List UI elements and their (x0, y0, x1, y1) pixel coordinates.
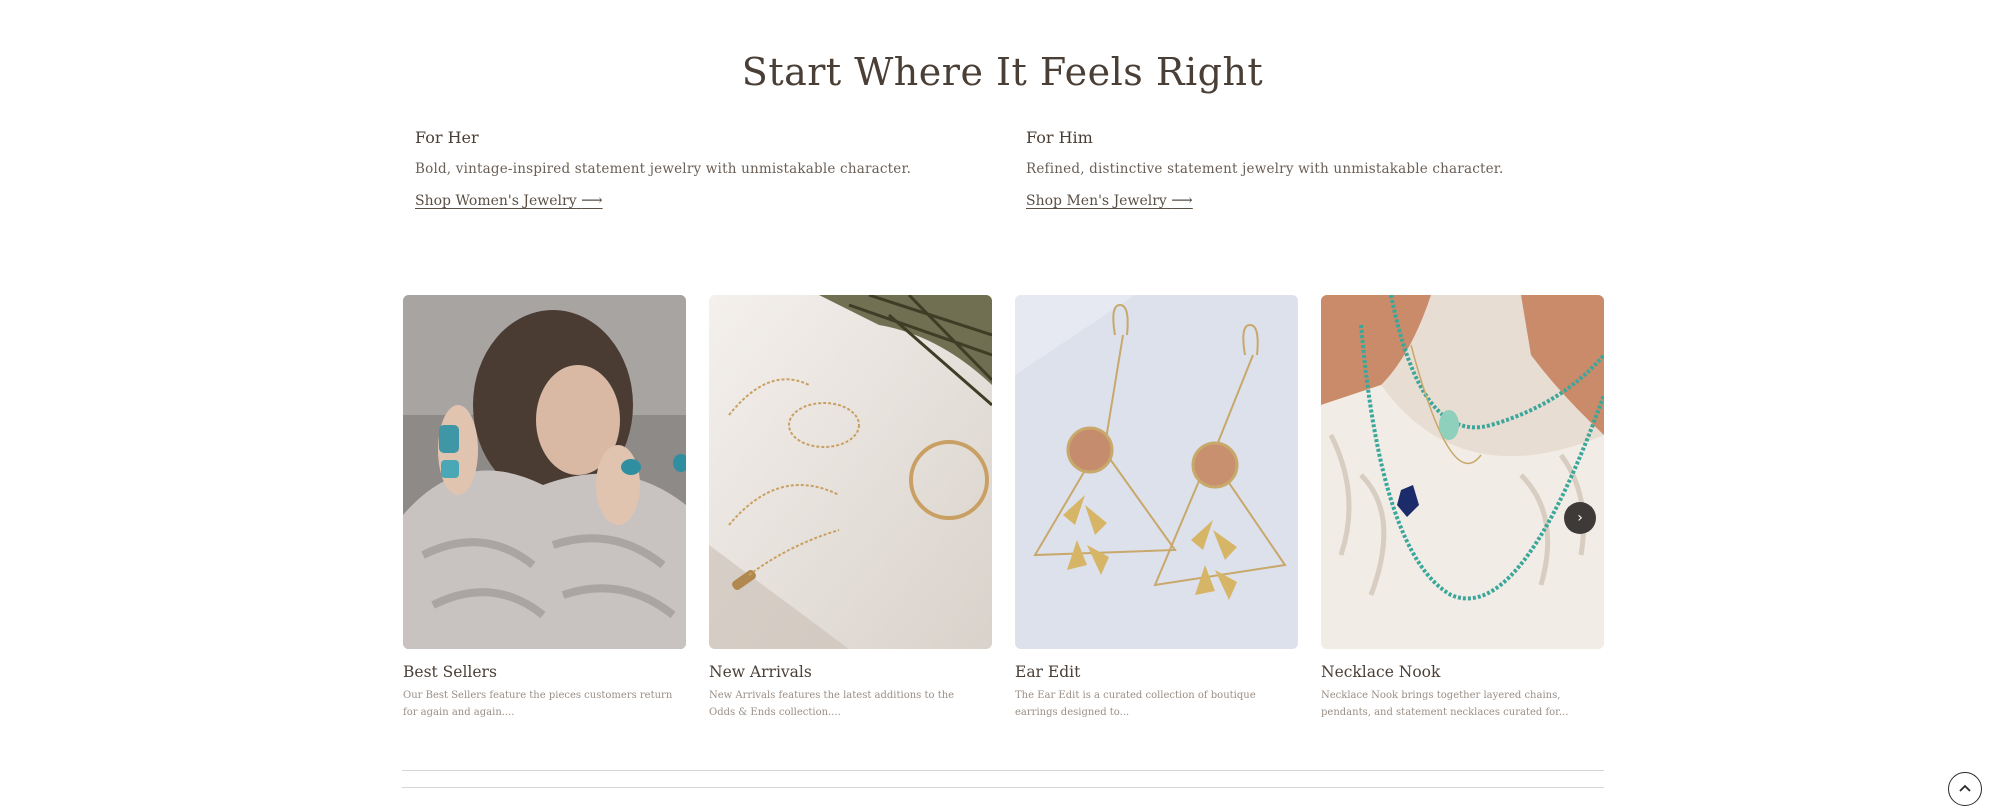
best-sellers-name[interactable]: Best Sellers (403, 663, 686, 681)
section-divider-bottom (402, 787, 1604, 788)
new-arrivals-blurb: New Arrivals features the latest additio… (709, 690, 955, 718)
necklace-nook-blurb: Necklace Nook brings together layered ch… (1321, 690, 1569, 718)
best-sellers-image[interactable] (403, 295, 686, 649)
best-sellers-blurb: Our Best Sellers feature the pieces cust… (403, 690, 673, 718)
new-arrivals-image[interactable] (709, 295, 992, 649)
new-arrivals-name[interactable]: New Arrivals (709, 663, 992, 681)
section-headline: Start Where It Feels Right (741, 50, 1264, 94)
ear-edit-image[interactable] (1015, 295, 1298, 649)
for-him-intro: For Him Refined, distinctive statement j… (1026, 128, 1626, 209)
shop-mens-jewelry-link[interactable]: Shop Men's Jewelry ⟶ (1026, 191, 1193, 209)
collection-card-new-arrivals[interactable]: New Arrivals New Arrivals features the l… (709, 295, 992, 721)
shop-mens-label: Shop Men's Jewelry (1026, 193, 1167, 209)
for-her-title: For Her (415, 128, 479, 147)
carousel-next-button[interactable]: › (1564, 502, 1596, 534)
necklace-nook-image[interactable] (1321, 295, 1604, 649)
shop-womens-label: Shop Women's Jewelry (415, 193, 577, 209)
collection-card-necklace-nook[interactable]: Necklace Nook Necklace Nook brings toget… (1321, 295, 1604, 721)
for-her-intro: For Her Bold, vintage-inspired statement… (415, 128, 1015, 209)
for-her-description: Bold, vintage-inspired statement jewelry… (415, 161, 912, 177)
necklace-nook-name[interactable]: Necklace Nook (1321, 663, 1604, 681)
back-to-top-button[interactable] (1948, 772, 1982, 806)
collection-card-best-sellers[interactable]: Best Sellers Our Best Sellers feature th… (403, 295, 686, 721)
section-divider-top (402, 770, 1604, 771)
arrow-right-icon: ⟶ (1171, 191, 1193, 209)
arrow-right-icon: ⟶ (581, 191, 603, 209)
ear-edit-blurb: The Ear Edit is a curated collection of … (1015, 690, 1256, 718)
ear-edit-name[interactable]: Ear Edit (1015, 663, 1298, 681)
chevron-up-icon (1959, 784, 1971, 792)
for-him-title: For Him (1026, 128, 1093, 147)
shop-womens-jewelry-link[interactable]: Shop Women's Jewelry ⟶ (415, 191, 603, 209)
for-him-description: Refined, distinctive statement jewelry w… (1026, 161, 1504, 177)
chevron-right-icon: › (1577, 510, 1583, 526)
collection-card-ear-edit[interactable]: Ear Edit The Ear Edit is a curated colle… (1015, 295, 1298, 721)
